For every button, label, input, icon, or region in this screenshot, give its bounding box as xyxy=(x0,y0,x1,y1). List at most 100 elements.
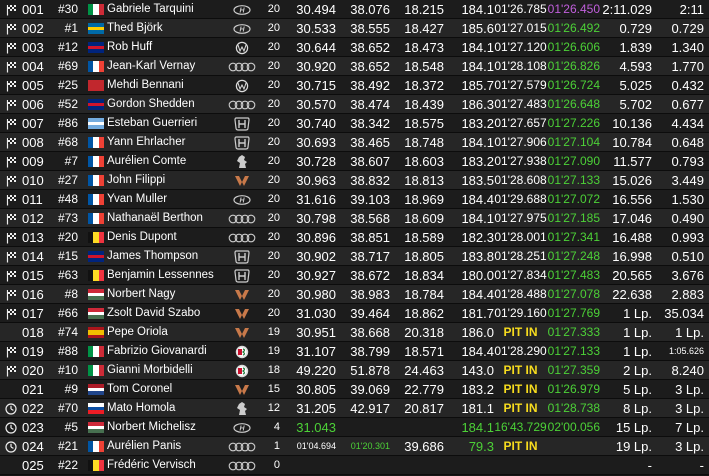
checkered-flag-icon xyxy=(2,76,20,95)
table-row[interactable]: 009 #7 Aurélien Comte 20 30.728 38.607 18.603 1… xyxy=(0,152,709,171)
country-flag-icon xyxy=(88,23,104,34)
table-row[interactable]: 014 #15 James Thompson 20 30.902 38.717 18.805… xyxy=(0,247,709,266)
driver-name[interactable]: Yann Ehrlacher xyxy=(107,133,217,152)
laps: 20 xyxy=(267,41,280,53)
driver-name[interactable]: Pepe Oriola xyxy=(107,323,217,342)
checkered-flag-icon xyxy=(2,95,20,114)
driver-name[interactable]: Rob Huff xyxy=(107,38,217,57)
driver-name[interactable]: Tom Coronel xyxy=(107,380,217,399)
driver-name[interactable]: Benjamin Lessennes xyxy=(107,266,217,285)
table-row[interactable]: 013 #20 Denis Dupont 20 30.896 38.851 18.589 18… xyxy=(0,228,709,247)
checkered-flag-icon xyxy=(2,190,20,209)
position: 006 xyxy=(22,97,44,112)
gap: 16.556 xyxy=(612,192,652,207)
table-row[interactable]: 002 #1 Thed Björk H 20 30.533 38.555 18.427 185.… xyxy=(0,19,709,38)
interval: 1.530 xyxy=(671,192,704,207)
position: 002 xyxy=(22,21,44,36)
sector-1: 31.107 xyxy=(296,344,336,359)
sector-1: 30.920 xyxy=(296,59,336,74)
driver-name[interactable]: Gianni Morbidelli xyxy=(107,361,217,380)
table-row[interactable]: 025 #22 Frédéric Vervisch 0 - - xyxy=(0,456,709,475)
table-row[interactable]: 017 #66 Zsolt David Szabo 20 31.030 39.464 18.… xyxy=(0,304,709,323)
table-row[interactable]: 015 #63 Benjamin Lessennes 20 30.927 38.672 18… xyxy=(0,266,709,285)
sector-1: 01'04.694 xyxy=(296,441,336,451)
sector-1: 31.030 xyxy=(296,306,336,321)
table-row[interactable]: 005 #25 Mehdi Bennani 20 30.715 38.492 18.372 1… xyxy=(0,76,709,95)
country-flag-icon xyxy=(88,175,104,186)
country-flag-icon xyxy=(88,403,104,414)
driver-name[interactable]: Norbert Michelisz xyxy=(107,418,217,437)
gap: 17.046 xyxy=(612,211,652,226)
sector-2: 51.878 xyxy=(350,363,390,378)
table-row[interactable]: 011 #48 Yvan Muller H 20 31.616 39.103 18.969 18… xyxy=(0,190,709,209)
table-row[interactable]: 004 #69 Jean-Karl Vernay 20 30.920 38.652 18.5… xyxy=(0,57,709,76)
driver-name[interactable]: Aurélien Comte xyxy=(107,152,217,171)
table-row[interactable]: 010 #27 John Filippi 20 30.963 38.832 18.813 18… xyxy=(0,171,709,190)
table-row[interactable]: 022 #70 Mato Homola 12 31.205 42.917 20.817 181… xyxy=(0,399,709,418)
gap: 22.638 xyxy=(612,287,652,302)
driver-name[interactable]: Mato Homola xyxy=(107,399,217,418)
table-row[interactable]: 023 #5 Norbert Michelisz H 4 31.043 184.1 16'43… xyxy=(0,418,709,437)
driver-name[interactable]: Zsolt David Szabo xyxy=(107,304,217,323)
driver-name[interactable]: James Thompson xyxy=(107,247,217,266)
car-number: #48 xyxy=(57,192,78,206)
best-lap: 01'27.359 xyxy=(547,363,600,377)
sector-2: 42.917 xyxy=(350,401,390,416)
timing-table: 001 #30 Gabriele Tarquini H 20 30.494 38.076 18… xyxy=(0,0,709,476)
laps: 0 xyxy=(273,459,280,471)
best-lap: 01'27.333 xyxy=(547,325,600,339)
driver-name[interactable]: Jean-Karl Vernay xyxy=(107,57,217,76)
table-row[interactable]: 019 #88 Fabrizio Giovanardi 19 31.107 38.799 1… xyxy=(0,342,709,361)
table-row[interactable]: 021 #9 Tom Coronel 15 30.805 39.069 22.779 183.… xyxy=(0,380,709,399)
driver-name[interactable]: Nathanaël Berthon xyxy=(107,209,217,228)
position: 021 xyxy=(22,382,44,397)
best-lap: 01'26.606 xyxy=(547,40,600,54)
sector-3 xyxy=(390,456,444,475)
status-empty xyxy=(2,380,20,399)
driver-name[interactable]: Frédéric Vervisch xyxy=(107,456,217,475)
driver-name[interactable]: Thed Björk xyxy=(107,19,217,38)
gap: 2:11.029 xyxy=(602,2,652,17)
sector-3: 18.609 xyxy=(404,211,444,226)
best-lap: 01'26.979 xyxy=(547,382,600,396)
driver-name[interactable]: Gordon Shedden xyxy=(107,95,217,114)
driver-name[interactable]: Gabriele Tarquini xyxy=(107,0,217,19)
sector-1: 30.693 xyxy=(296,135,336,150)
table-row[interactable]: 012 #73 Nathanaël Berthon 20 30.798 38.568 18.… xyxy=(0,209,709,228)
driver-name[interactable]: Esteban Guerrieri xyxy=(107,114,217,133)
driver-name[interactable]: John Filippi xyxy=(107,171,217,190)
interval: 3.449 xyxy=(671,173,704,188)
table-row[interactable]: 007 #86 Esteban Guerrieri 20 30.740 38.342 18.… xyxy=(0,114,709,133)
driver-name[interactable]: Denis Dupont xyxy=(107,228,217,247)
table-row[interactable]: 006 #52 Gordon Shedden 20 30.570 38.474 18.439… xyxy=(0,95,709,114)
sector-1: 31.205 xyxy=(296,401,336,416)
country-flag-icon xyxy=(88,384,104,395)
driver-name[interactable]: Fabrizio Giovanardi xyxy=(107,342,217,361)
laps: 20 xyxy=(267,288,280,300)
car-number: #20 xyxy=(57,230,78,244)
driver-name[interactable]: Aurélien Panis xyxy=(107,437,217,456)
table-row[interactable]: 018 #74 Pepe Oriola 19 30.951 38.668 20.318 186… xyxy=(0,323,709,342)
alfa-logo-icon xyxy=(228,361,256,380)
vw-logo-icon xyxy=(228,38,256,57)
clock-icon xyxy=(2,437,20,456)
table-row[interactable]: 020 #10 Gianni Morbidelli 18 49.220 51.878 24.… xyxy=(0,361,709,380)
table-row[interactable]: 003 #12 Rob Huff 20 30.644 38.652 18.473 184.1 0… xyxy=(0,38,709,57)
table-row[interactable]: 001 #30 Gabriele Tarquini H 20 30.494 38.076 18… xyxy=(0,0,709,19)
car-number: #12 xyxy=(57,40,78,54)
sector-2: 38.465 xyxy=(350,135,390,150)
interval: 4.434 xyxy=(671,116,704,131)
table-row[interactable]: 016 #8 Norbert Nagy 20 30.980 38.983 18.784 184… xyxy=(0,285,709,304)
gap: 1 Lp. xyxy=(623,344,652,359)
laps: 19 xyxy=(267,345,280,357)
gap: 5 Lp. xyxy=(623,382,652,397)
best-lap: 01'27.341 xyxy=(547,230,600,244)
country-flag-icon xyxy=(88,61,104,72)
driver-name[interactable]: Norbert Nagy xyxy=(107,285,217,304)
clock-icon xyxy=(2,399,20,418)
table-row[interactable]: 024 #21 Aurélien Panis 1 01'04.694 01'20.301 3… xyxy=(0,437,709,456)
car-number: #27 xyxy=(57,173,78,187)
table-row[interactable]: 008 #68 Yann Ehrlacher 20 30.693 38.465 18.748… xyxy=(0,133,709,152)
driver-name[interactable]: Yvan Muller xyxy=(107,190,217,209)
driver-name[interactable]: Mehdi Bennani xyxy=(107,76,217,95)
